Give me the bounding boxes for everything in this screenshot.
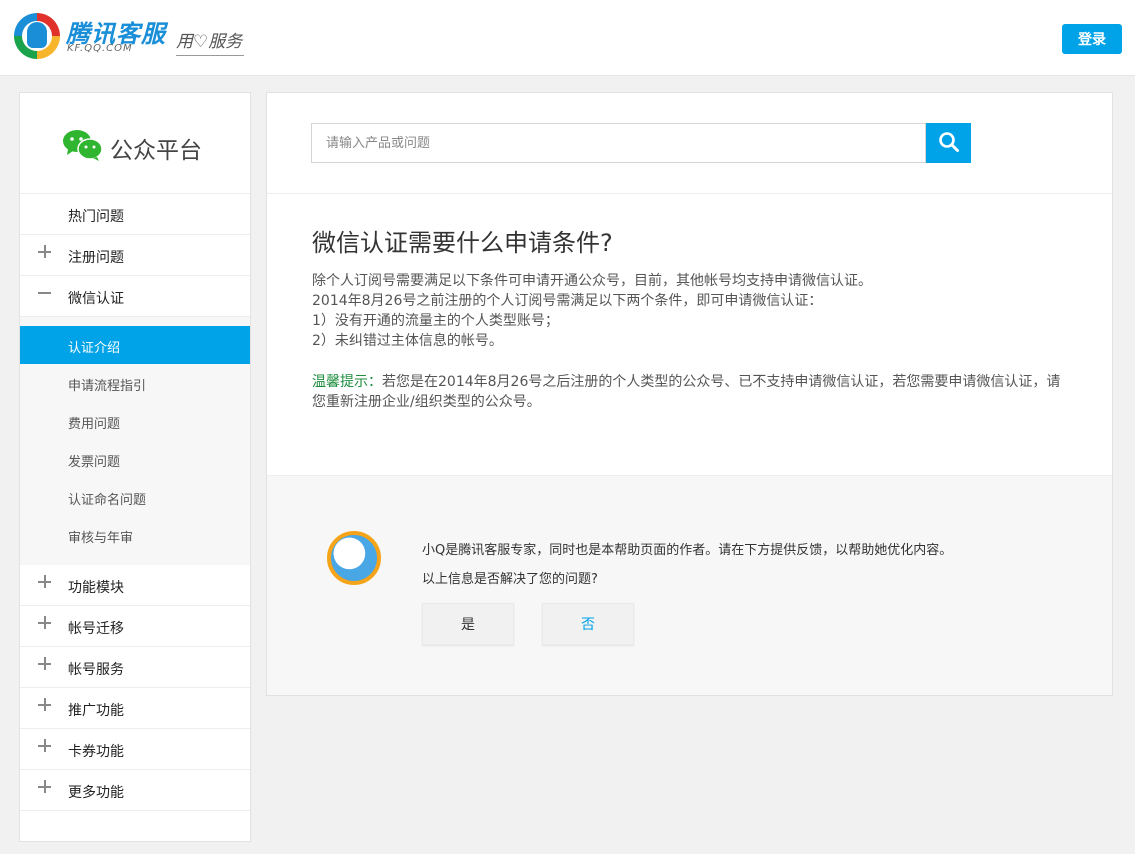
nav-item-label: 推广功能 (68, 703, 124, 719)
sub-item-label: 认证介绍 (68, 341, 121, 356)
nav-item-account-service[interactable]: 帐号服务 (20, 647, 250, 688)
sub-item-label: 审核与年审 (68, 531, 134, 546)
login-button[interactable]: 登录 (1062, 24, 1122, 54)
feedback-intro: 小Q是腾讯客服专家，同时也是本帮助页面的作者。请在下方提供反馈，以帮助她优化内容… (422, 543, 953, 558)
plus-icon (38, 780, 52, 794)
nav-item-label: 注册问题 (68, 250, 124, 266)
search-icon (938, 131, 959, 152)
search-button[interactable] (926, 123, 971, 163)
sidebar-title: 公众平台 (110, 138, 202, 164)
nav-item-register[interactable]: 注册问题 (20, 235, 250, 276)
yes-button[interactable]: 是 (422, 603, 514, 645)
plus-icon (38, 698, 52, 712)
logo-subtitle: KF.QQ.COM (67, 43, 133, 54)
wechat-icon (63, 130, 103, 161)
sub-item-label: 申请流程指引 (68, 379, 147, 394)
nav-item-label: 更多功能 (68, 785, 124, 801)
no-button[interactable]: 否 (542, 603, 634, 645)
sub-item-verify-intro[interactable]: 认证介绍 (20, 326, 250, 364)
sub-item-invoice[interactable]: 发票问题 (20, 440, 250, 478)
sidebar-header: 公众平台 (20, 93, 250, 194)
search-bar (267, 93, 1112, 194)
minus-icon (38, 286, 52, 300)
warm-tip-label: 温馨提示： (312, 374, 382, 390)
nav-item-hot[interactable]: 热门问题 (20, 194, 250, 235)
warm-tip: 温馨提示：若您是在2014年8月26号之后注册的个人类型的公众号、已不支持申请微… (312, 372, 1072, 412)
nav-item-label: 卡券功能 (68, 744, 124, 760)
sub-item-fees[interactable]: 费用问题 (20, 402, 250, 440)
nav-item-label: 帐号服务 (68, 662, 124, 678)
sub-item-label: 发票问题 (68, 455, 121, 470)
warm-tip-text: 若您是在2014年8月26号之后注册的个人类型的公众号、已不支持申请微信认证，若… (312, 374, 1061, 410)
nav-item-more[interactable]: 更多功能 (20, 770, 250, 811)
slogan: 用♡服务 (176, 27, 245, 56)
nav-item-wechat-verify[interactable]: 微信认证 (20, 276, 250, 317)
sub-item-apply-guide[interactable]: 申请流程指引 (20, 364, 250, 402)
sub-item-label: 费用问题 (68, 417, 121, 432)
xiaoq-avatar (327, 531, 381, 585)
nav-item-label: 微信认证 (68, 291, 124, 307)
sub-item-label: 认证命名问题 (68, 493, 147, 508)
nav-item-promotion[interactable]: 推广功能 (20, 688, 250, 729)
article-line: 除个人订阅号需要满足以下条件可申请开通公众号，目前，其他帐号均支持申请微信认证。 (312, 273, 872, 289)
nav-item-migration[interactable]: 帐号迁移 (20, 606, 250, 647)
article-line: 2014年8月26号之前注册的个人订阅号需满足以下两个条件，即可申请微信认证： (312, 293, 823, 309)
sub-item-naming[interactable]: 认证命名问题 (20, 478, 250, 516)
nav-item-label: 帐号迁移 (68, 621, 124, 637)
nav-item-coupons[interactable]: 卡券功能 (20, 729, 250, 770)
penguin-icon (27, 22, 47, 48)
plus-icon (38, 657, 52, 671)
feedback-section: 小Q是腾讯客服专家，同时也是本帮助页面的作者。请在下方提供反馈，以帮助她优化内容… (267, 475, 1112, 695)
sub-nav-list: 认证介绍 申请流程指引 费用问题 发票问题 认证命名问题 审核与年审 (20, 317, 250, 565)
nav-item-functions[interactable]: 功能模块 (20, 565, 250, 606)
article-line: 2）未纠错过主体信息的帐号。 (312, 333, 503, 349)
plus-icon (38, 739, 52, 753)
nav-item-label: 热门问题 (68, 209, 124, 225)
feedback-question: 以上信息是否解决了您的问题? (422, 572, 598, 587)
search-input[interactable] (311, 123, 926, 163)
main-content: 微信认证需要什么申请条件? 除个人订阅号需要满足以下条件可申请开通公众号，目前，… (266, 92, 1113, 696)
top-bar: 腾讯客服 KF.QQ.COM 用♡服务 登录 (0, 0, 1135, 76)
article-title: 微信认证需要什么申请条件? (312, 229, 613, 257)
plus-icon (38, 245, 52, 259)
plus-icon (38, 575, 52, 589)
sub-item-review[interactable]: 审核与年审 (20, 516, 250, 554)
nav-item-label: 功能模块 (68, 580, 124, 596)
article-line: 1）没有开通的流量主的个人类型账号； (312, 313, 559, 329)
article-body: 除个人订阅号需要满足以下条件可申请开通公众号，目前，其他帐号均支持申请微信认证。… (312, 271, 1072, 351)
plus-icon (38, 616, 52, 630)
sidebar: 公众平台 热门问题 注册问题 微信认证 认证介绍 申请流程指引 费用问题 发票问… (19, 92, 251, 842)
